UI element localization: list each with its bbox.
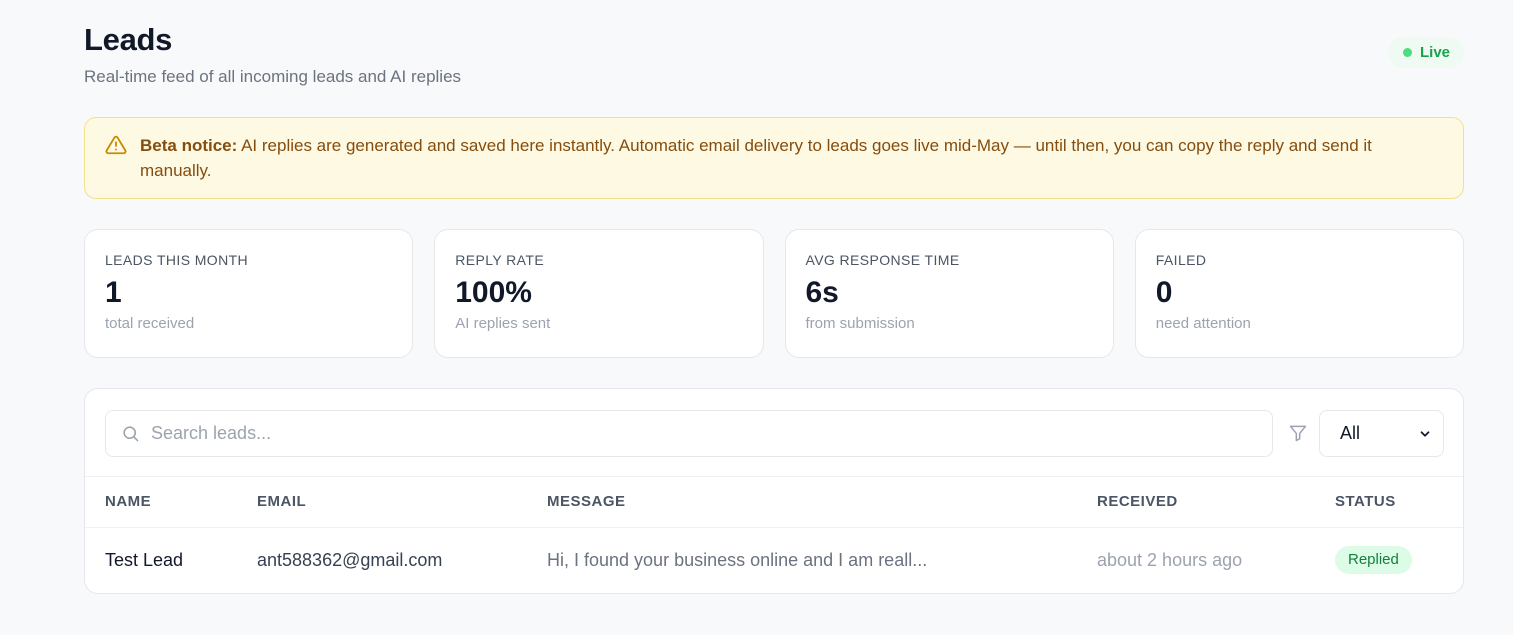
stat-subtext: total received (105, 315, 195, 332)
stat-card-reply-rate: REPLY RATE 100% AI replies sent (434, 229, 764, 358)
lead-status-cell: Replied (1335, 527, 1463, 593)
status-filter-select[interactable]: All (1319, 410, 1444, 457)
table-toolbar: All (85, 389, 1463, 477)
leads-table: NAME EMAIL MESSAGE RECEIVED STATUS Test … (85, 477, 1463, 593)
column-header-email[interactable]: EMAIL (257, 477, 547, 528)
live-label: Live (1419, 44, 1450, 61)
stat-value: 0 (1155, 276, 1173, 309)
stat-subtext: from submission (805, 315, 915, 332)
notice-bold-label: Beta notice: (140, 136, 238, 155)
column-header-name[interactable]: NAME (85, 477, 257, 528)
page-header: Leads Real-time feed of all incoming lea… (84, 22, 1464, 92)
stat-label: AVG RESPONSE TIME (805, 252, 960, 268)
stat-label: REPLY RATE (455, 252, 545, 268)
stat-subtext: AI replies sent (455, 315, 551, 332)
live-dot-icon (1402, 48, 1412, 57)
stat-card-avg-response-time: AVG RESPONSE TIME 6s from submission (784, 229, 1114, 358)
column-header-received[interactable]: RECEIVED (1097, 477, 1335, 528)
filter-icon[interactable] (1288, 423, 1308, 443)
beta-notice: Beta notice: AI replies are generated an… (84, 117, 1464, 199)
search-box[interactable] (105, 410, 1273, 457)
lead-name: Test Lead (105, 549, 184, 570)
page-title: Leads (84, 22, 173, 57)
search-input[interactable] (151, 411, 1272, 456)
table-row[interactable]: Test Lead ant588362@gmail.com Hi, I foun… (85, 527, 1463, 593)
chevron-down-icon (1420, 430, 1430, 437)
column-header-message[interactable]: MESSAGE (547, 477, 1097, 528)
table-header-row: NAME EMAIL MESSAGE RECEIVED STATUS (85, 477, 1463, 528)
stat-value: 1 (105, 276, 122, 309)
lead-email: ant588362@gmail.com (257, 549, 443, 570)
stat-label: FAILED (1155, 252, 1207, 268)
stat-card-leads-this-month: LEADS THIS MONTH 1 total received (84, 229, 414, 358)
live-status-badge: Live (1387, 37, 1464, 68)
stat-card-failed: FAILED 0 need attention (1134, 229, 1464, 358)
lead-received: about 2 hours ago (1097, 549, 1243, 570)
column-header-status[interactable]: STATUS (1335, 477, 1463, 528)
lead-message: Hi, I found your business online and I a… (547, 549, 928, 570)
stat-value: 100% (455, 276, 532, 309)
stat-label: LEADS THIS MONTH (105, 252, 249, 268)
status-badge: Replied (1335, 546, 1412, 575)
notice-text: Beta notice: AI replies are generated an… (140, 133, 1443, 198)
stat-value: 6s (805, 276, 839, 309)
page-subtitle: Real-time feed of all incoming leads and… (84, 67, 462, 86)
stats-row: LEADS THIS MONTH 1 total received REPLY … (84, 229, 1464, 358)
search-icon (123, 426, 139, 442)
stat-subtext: need attention (1155, 315, 1251, 332)
leads-table-card: All NAME EMAIL MESSAGE RECEIVED STATUS T… (84, 388, 1464, 594)
warning-triangle-icon (105, 135, 127, 155)
leads-page: Leads Real-time feed of all incoming lea… (0, 0, 1513, 635)
notice-body: AI replies are generated and saved here … (140, 136, 1372, 180)
status-filter-value: All (1340, 423, 1361, 443)
